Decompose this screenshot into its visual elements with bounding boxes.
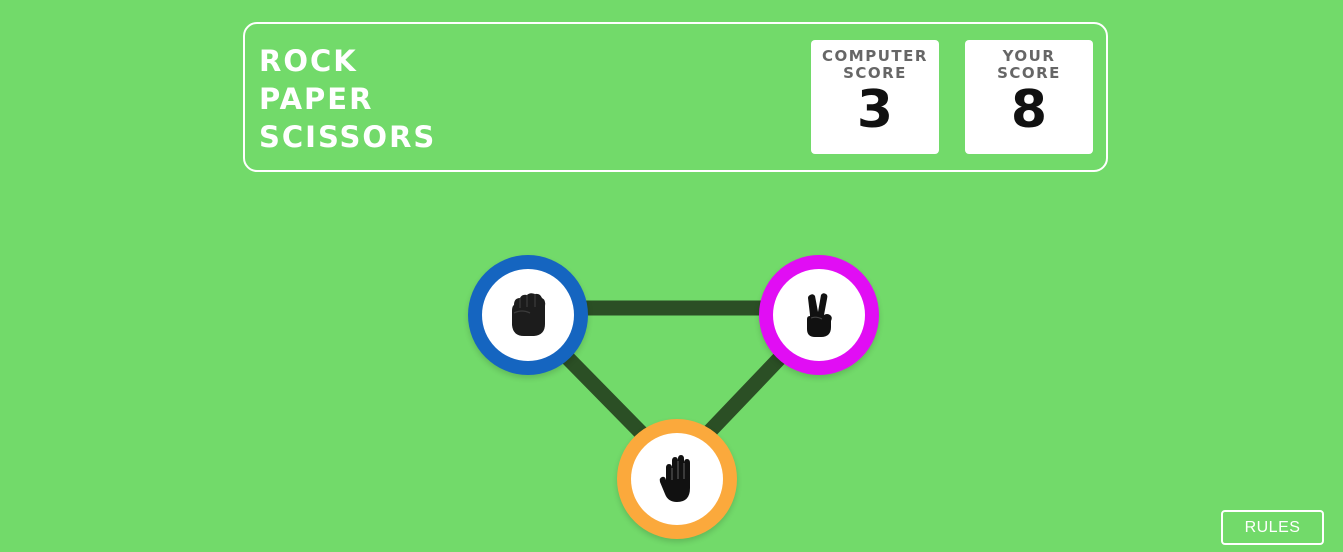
computer-score-box: COMPUTER SCORE 3: [811, 40, 939, 154]
scissors-choice-inner: [773, 269, 865, 361]
scoreboard-header: ROCK PAPER SCISSORS COMPUTER SCORE 3 YOU…: [243, 22, 1108, 172]
player-score-label: YOUR SCORE: [997, 47, 1061, 82]
title-line-paper: PAPER: [259, 82, 374, 116]
open-hand-icon: [659, 455, 690, 502]
computer-score-value: 3: [856, 80, 894, 140]
paper-choice-inner: [631, 433, 723, 525]
rules-button[interactable]: RULES: [1221, 510, 1324, 545]
player-score-box: YOUR SCORE 8: [965, 40, 1093, 154]
title-line-scissors: SCISSORS: [259, 120, 437, 154]
game-page: ROCK PAPER SCISSORS COMPUTER SCORE 3 YOU…: [0, 0, 1343, 552]
rock-choice-inner: [482, 269, 574, 361]
fist-icon: [512, 293, 546, 336]
game-title: ROCK PAPER SCISSORS: [259, 42, 436, 156]
victory-hand-icon: [807, 293, 832, 337]
paper-choice-button[interactable]: [617, 419, 737, 539]
player-score-value: 8: [1010, 80, 1048, 140]
computer-score-label: COMPUTER SCORE: [822, 47, 928, 82]
rock-choice-button[interactable]: [468, 255, 588, 375]
scissors-choice-button[interactable]: [759, 255, 879, 375]
title-line-rock: ROCK: [259, 44, 358, 78]
